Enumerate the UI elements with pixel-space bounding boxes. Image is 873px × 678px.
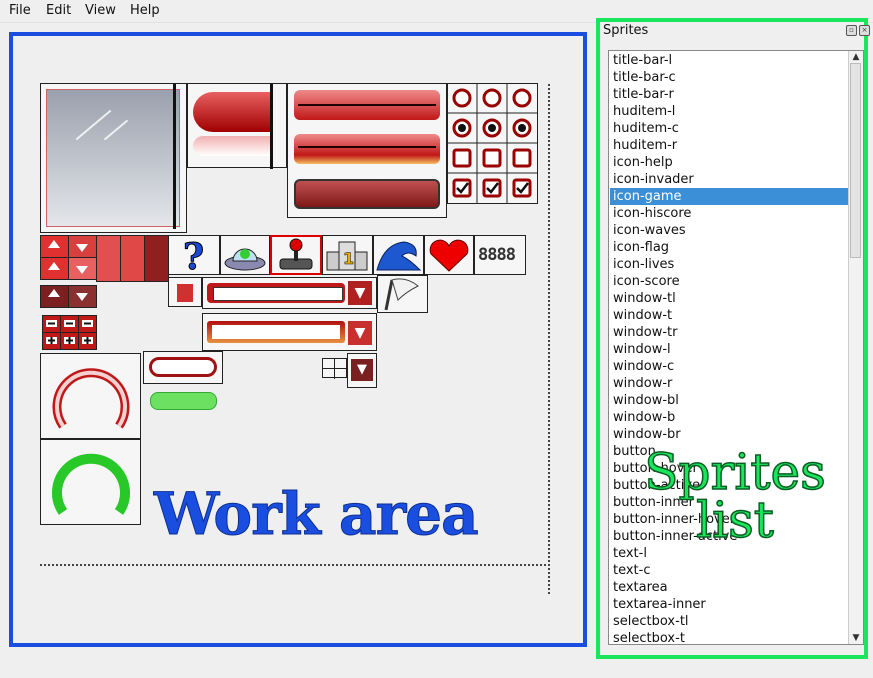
scroll-up-icon[interactable]: ▲ [851, 52, 861, 62]
wave-icon[interactable] [373, 235, 424, 275]
list-item[interactable]: huditem-c [610, 120, 849, 137]
scroll-down-icon[interactable]: ▼ [851, 633, 861, 643]
list-item[interactable]: icon-flag [610, 239, 849, 256]
white-flag-icon[interactable] [377, 275, 428, 313]
sheet-border-right [548, 84, 550, 594]
list-item[interactable]: window-c [610, 358, 849, 375]
list-item[interactable]: icon-hiscore [610, 205, 849, 222]
list-item[interactable]: icon-invader [610, 171, 849, 188]
list-item[interactable]: window-tr [610, 324, 849, 341]
heart-icon[interactable] [424, 235, 474, 275]
list-item[interactable]: icon-waves [610, 222, 849, 239]
radio-checkbox-grid [447, 83, 538, 204]
scroll-thumb[interactable] [850, 63, 861, 258]
list-item[interactable]: window-t [610, 307, 849, 324]
arrow-button-sprites[interactable] [40, 235, 170, 310]
list-item[interactable]: window-tl [610, 290, 849, 307]
list-item[interactable]: textarea [610, 579, 849, 596]
progress-bar-sprite[interactable] [143, 351, 223, 384]
list-item[interactable]: icon-game [610, 188, 849, 205]
green-gauge-sprite[interactable] [40, 439, 141, 525]
list-item[interactable]: title-bar-l [610, 52, 849, 69]
sprites-list-label: Sprites list [644, 443, 827, 549]
work-area-label: Work area [154, 480, 480, 549]
digital-counter-icon[interactable]: 8888 [474, 235, 526, 275]
list-item[interactable]: window-b [610, 409, 849, 426]
sprites-list[interactable]: title-bar-l title-bar-c title-bar-r huditem… [608, 50, 864, 645]
selectbox-sprite[interactable]: ▼ [202, 277, 377, 309]
small-grid-sprite[interactable] [322, 358, 348, 379]
list-item[interactable]: selectbox-t [610, 630, 849, 644]
ufo-alien-icon[interactable] [220, 235, 270, 275]
huditem-sprites[interactable] [287, 83, 447, 218]
list-item[interactable]: text-c [610, 562, 849, 579]
list-item[interactable]: window-bl [610, 392, 849, 409]
panel-title: Sprites [603, 23, 649, 38]
close-icon[interactable]: × [859, 25, 870, 36]
list-item[interactable]: icon-score [610, 273, 849, 290]
list-item[interactable]: icon-help [610, 154, 849, 171]
menu-help[interactable]: Help [130, 3, 160, 18]
green-progress-fill[interactable] [150, 392, 217, 410]
menu-view[interactable]: View [85, 3, 116, 18]
menu-file[interactable]: File [9, 3, 31, 18]
float-icon[interactable]: ▫ [846, 25, 857, 36]
plus-minus-sprites[interactable] [42, 315, 98, 351]
list-item[interactable]: title-bar-c [610, 69, 849, 86]
title-bar-sprite[interactable] [187, 83, 287, 169]
list-item[interactable]: selectbox-tl [610, 613, 849, 630]
red-gauge-sprite[interactable] [40, 353, 141, 439]
list-item[interactable]: huditem-l [610, 103, 849, 120]
podium-trophy-icon[interactable]: 1 [322, 235, 373, 275]
dropdown-button-sprite[interactable]: ▼ [347, 353, 377, 388]
list-item[interactable]: window-r [610, 375, 849, 392]
small-red-tile[interactable] [168, 277, 202, 307]
svg-text:1: 1 [343, 249, 354, 268]
textbox-sprite[interactable]: ▼ [202, 313, 377, 351]
sheet-border-bottom [40, 564, 550, 566]
list-item[interactable]: title-bar-r [610, 86, 849, 103]
joystick-icon[interactable] [270, 235, 322, 275]
question-mark-icon[interactable]: ? [168, 235, 220, 279]
list-item[interactable]: window-br [610, 426, 849, 443]
menu-edit[interactable]: Edit [46, 3, 71, 18]
list-item[interactable]: huditem-r [610, 137, 849, 154]
scrollbar[interactable]: ▲ ▼ [848, 51, 863, 644]
list-item[interactable]: window-l [610, 341, 849, 358]
window-sprite[interactable] [40, 83, 187, 233]
list-item[interactable]: icon-lives [610, 256, 849, 273]
list-item[interactable]: textarea-inner [610, 596, 849, 613]
